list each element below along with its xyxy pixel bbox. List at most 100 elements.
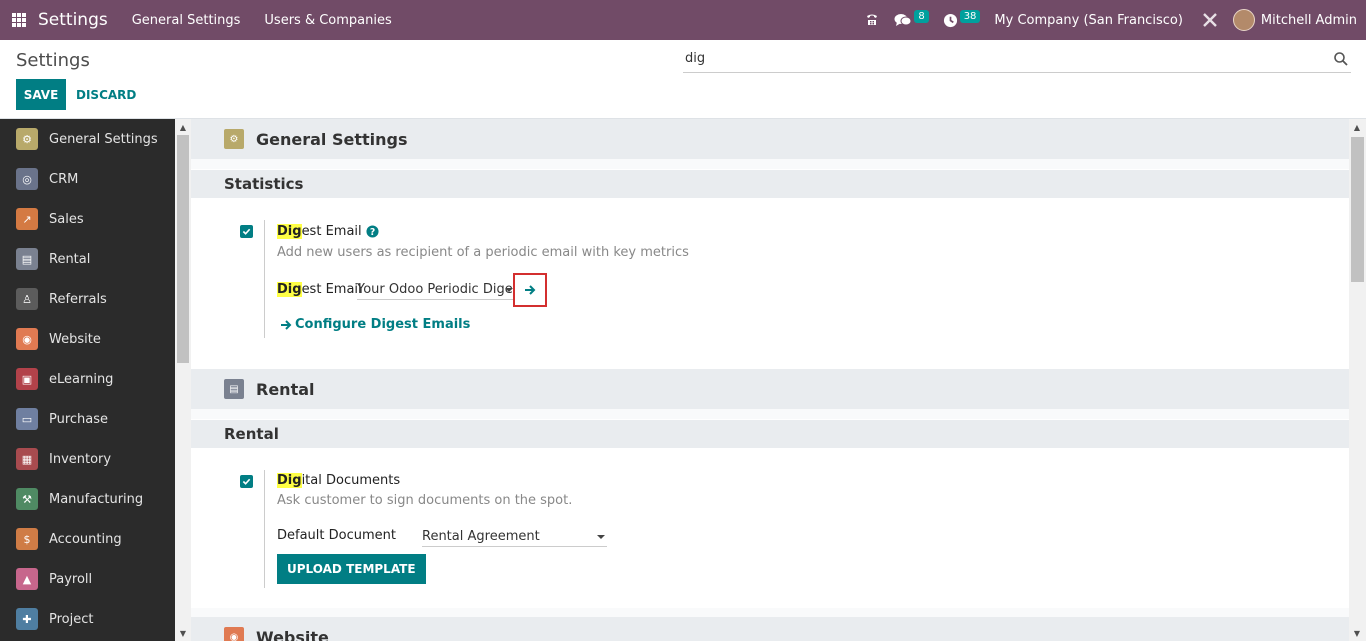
select-value: Rental Agreement (422, 529, 540, 544)
digest-email-description: Add new users as recipient of a periodic… (277, 245, 689, 260)
search-highlight: Dig (277, 473, 302, 488)
sidebar-item-payroll[interactable]: ▲ Payroll (0, 559, 175, 599)
divider (191, 159, 1349, 169)
menu-general-settings[interactable]: General Settings (132, 13, 241, 28)
digital-documents-checkbox[interactable] (240, 475, 253, 488)
sidebar-scrollbar[interactable]: ▲ ▼ (175, 119, 191, 641)
arrow-right-icon (525, 285, 536, 295)
sidebar-item-manufacturing[interactable]: ⚒ Manufacturing (0, 479, 175, 519)
title-text: est Email (301, 224, 362, 239)
section-title: General Settings (256, 129, 408, 149)
link-text: Configure Digest Emails (295, 317, 471, 332)
app-icon: ▲ (16, 568, 38, 590)
save-button[interactable]: SAVE (16, 79, 66, 110)
settings-sidebar: ⚙ General Settings ◎ CRM ↗ Sales ▤ Rental ♙ Refer… (0, 119, 191, 641)
phone-icon[interactable] (864, 12, 880, 28)
digital-documents-title: Digital Documents (277, 473, 400, 488)
rental-header: ▤ Rental (191, 369, 1349, 409)
sidebar-item-label: Website (49, 331, 101, 347)
sidebar-item-label: General Settings (49, 131, 158, 147)
messages-count-badge: 8 (914, 9, 929, 23)
sidebar-item-crm[interactable]: ◎ CRM (0, 159, 175, 199)
section-title: Website (256, 627, 329, 641)
digest-email-title: Dig est Email ? (277, 224, 379, 239)
chevron-down-icon (597, 535, 605, 539)
app-icon: ↗ (16, 208, 38, 230)
search-icon[interactable] (1333, 51, 1349, 67)
sidebar-item-referrals[interactable]: ♙ Referrals (0, 279, 175, 319)
scroll-up-icon[interactable]: ▲ (175, 119, 191, 135)
app-icon: ▣ (16, 368, 38, 390)
activities-button[interactable]: 38 (943, 9, 981, 28)
sidebar-item-accounting[interactable]: $ Accounting (0, 519, 175, 559)
digest-email-checkbox[interactable] (240, 225, 253, 238)
app-icon: $ (16, 528, 38, 550)
app-icon: ✚ (16, 608, 38, 630)
sidebar-item-label: Purchase (49, 411, 109, 427)
activities-count-badge: 38 (959, 9, 981, 23)
content-scroll-thumb[interactable] (1351, 137, 1364, 282)
divider (191, 409, 1349, 419)
label-text: est Email (301, 282, 362, 297)
settings-content: ⚙ General Settings Statistics Dig est Ema… (191, 119, 1366, 641)
scroll-up-icon[interactable]: ▲ (1349, 119, 1365, 135)
sidebar-item-elearning[interactable]: ▣ eLearning (0, 359, 175, 399)
search-highlight: Dig (277, 282, 302, 297)
company-switcher[interactable]: My Company (San Francisco) (994, 13, 1182, 28)
sidebar-item-rental[interactable]: ▤ Rental (0, 239, 175, 279)
general-settings-header: ⚙ General Settings (191, 119, 1349, 159)
gear-icon: ⚙ (224, 129, 244, 149)
sidebar-item-label: Payroll (49, 571, 93, 587)
sidebar-item-label: eLearning (49, 371, 114, 387)
default-document-label: Default Document (277, 528, 396, 543)
sidebar-item-label: Project (49, 611, 94, 627)
sidebar-item-project[interactable]: ✚ Project (0, 599, 175, 639)
search-input[interactable]: dig (683, 45, 1351, 73)
app-icon: ▦ (16, 448, 38, 470)
user-menu[interactable]: Mitchell Admin (1261, 13, 1357, 28)
digest-email-field-label: Digest Email (277, 282, 362, 297)
statistics-subheader: Statistics (191, 170, 1349, 198)
apps-menu-icon[interactable] (12, 13, 26, 27)
discard-button[interactable]: DISCARD (76, 79, 136, 110)
upload-template-button[interactable]: UPLOAD TEMPLATE (277, 554, 426, 584)
setting-divider (264, 220, 265, 338)
open-record-button[interactable] (513, 273, 547, 307)
section-title: Rental (256, 379, 315, 399)
default-document-select[interactable]: Rental Agreement (422, 527, 607, 547)
sidebar-item-label: Referrals (49, 291, 107, 307)
digest-email-setting: Dig est Email ? Add new users as recipien… (191, 198, 1349, 368)
scroll-down-icon[interactable]: ▼ (1349, 625, 1365, 641)
search-value[interactable]: dig (683, 51, 1333, 66)
arrow-right-icon (281, 319, 292, 330)
svg-text:?: ? (369, 227, 374, 238)
sidebar-app-list: ⚙ General Settings ◎ CRM ↗ Sales ▤ Rental ♙ Refer… (0, 119, 175, 639)
menu-users-companies[interactable]: Users & Companies (264, 13, 391, 28)
sidebar-item-label: Rental (49, 251, 91, 267)
top-navbar: Settings General Settings Users & Compan… (0, 0, 1366, 40)
debug-tools-icon[interactable] (1201, 11, 1219, 29)
digest-email-select[interactable]: Your Odoo Periodic Diges (357, 280, 515, 300)
app-icon: ◎ (16, 168, 38, 190)
app-icon: ▤ (16, 248, 38, 270)
rental-subheader: Rental (191, 420, 1349, 448)
configure-digest-link[interactable]: Configure Digest Emails (280, 317, 470, 332)
sidebar-item-label: Sales (49, 211, 84, 227)
sidebar-item-general-settings[interactable]: ⚙ General Settings (0, 119, 175, 159)
content-scrollbar[interactable]: ▲ ▼ (1349, 119, 1366, 641)
sidebar-item-inventory[interactable]: ▦ Inventory (0, 439, 175, 479)
sidebar-item-label: Manufacturing (49, 491, 144, 507)
sidebar-scroll-thumb[interactable] (177, 135, 189, 363)
digital-documents-setting: Digital Documents Ask customer to sign d… (191, 448, 1349, 608)
user-avatar[interactable] (1232, 9, 1255, 31)
app-icon: ⚙ (16, 128, 38, 150)
app-brand[interactable]: Settings (38, 10, 108, 30)
sidebar-item-purchase[interactable]: ▭ Purchase (0, 399, 175, 439)
sidebar-item-website[interactable]: ◉ Website (0, 319, 175, 359)
sidebar-item-label: Accounting (49, 531, 122, 547)
scroll-down-icon[interactable]: ▼ (175, 625, 191, 641)
setting-divider (264, 470, 265, 588)
messages-button[interactable]: 8 (894, 9, 929, 28)
help-icon[interactable]: ? (366, 225, 379, 238)
sidebar-item-sales[interactable]: ↗ Sales (0, 199, 175, 239)
